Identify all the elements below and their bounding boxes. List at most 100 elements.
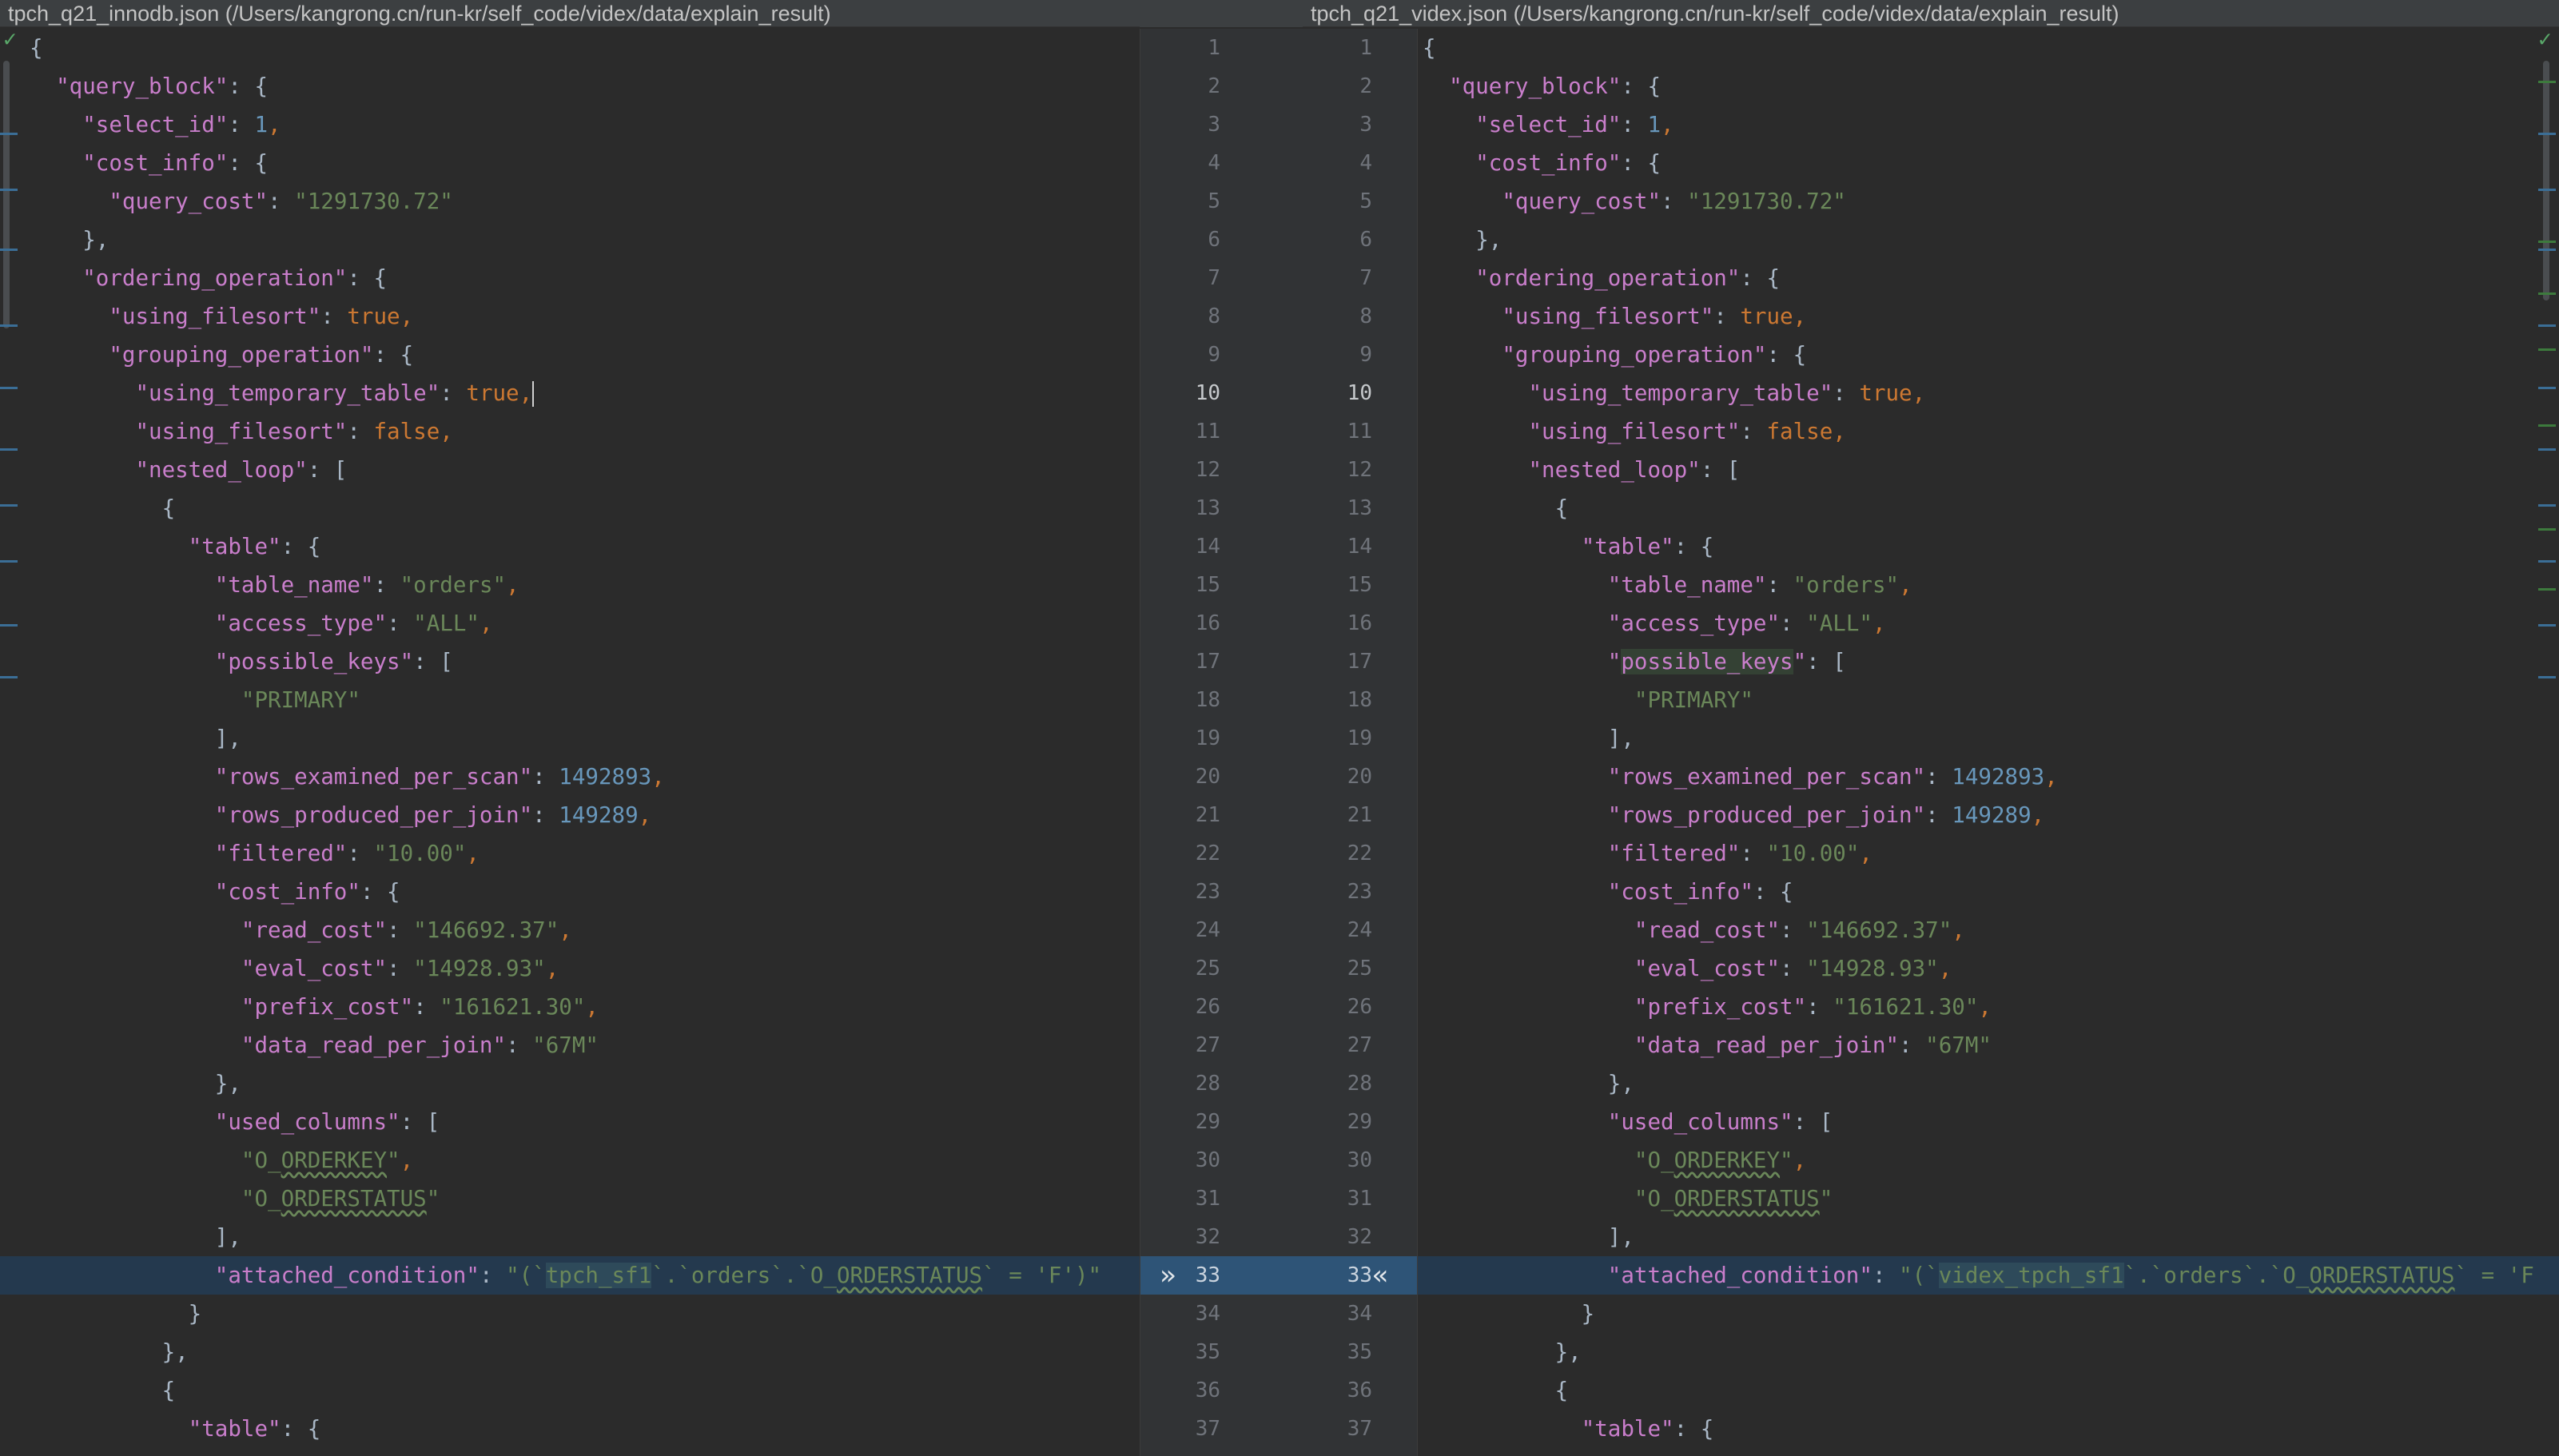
code-line[interactable]: "rows_examined_per_scan": 1492893, xyxy=(1418,758,2559,796)
code-line[interactable]: "nested_loop": [ xyxy=(1418,451,2559,489)
code-line[interactable]: "attached_condition": "(`tpch_sf1`.`orde… xyxy=(0,1256,1140,1295)
code-line[interactable]: "filtered": "10.00", xyxy=(0,834,1140,873)
code-token: : xyxy=(387,917,414,943)
apply-change-right-icon[interactable]: » xyxy=(1160,1256,1176,1295)
code-line[interactable]: "query_cost": "1291730.72" xyxy=(1418,182,2559,221)
code-line[interactable]: "query_block": { xyxy=(1418,67,2559,105)
right-line-number: 6 xyxy=(1359,228,1372,252)
code-line[interactable]: { xyxy=(0,489,1140,527)
code-line[interactable]: "possible_keys": [ xyxy=(0,642,1140,681)
code-line[interactable]: "grouping_operation": { xyxy=(0,336,1140,374)
code-line[interactable]: "read_cost": "146692.37", xyxy=(0,911,1140,949)
code-line[interactable]: "cost_info": { xyxy=(0,144,1140,182)
code-line[interactable]: }, xyxy=(1418,221,2559,259)
code-line[interactable]: { xyxy=(0,1371,1140,1410)
code-line[interactable]: "PRIMARY" xyxy=(1418,681,2559,719)
code-line[interactable]: "rows_examined_per_scan": 1492893, xyxy=(0,758,1140,796)
right-line-number: 31 xyxy=(1347,1187,1372,1211)
code-token: ` = 'F xyxy=(2454,1263,2534,1288)
code-token: "PRIMARY" xyxy=(241,687,360,713)
code-line[interactable]: "used_columns": [ xyxy=(0,1103,1140,1141)
apply-change-left-icon[interactable]: « xyxy=(1372,1256,1388,1295)
code-line[interactable]: "eval_cost": "14928.93", xyxy=(0,949,1140,988)
code-line[interactable]: }, xyxy=(0,1333,1140,1371)
code-line[interactable]: "table_name": "orders", xyxy=(1418,566,2559,604)
code-line[interactable]: ], xyxy=(0,719,1140,758)
code-line[interactable]: "table": { xyxy=(1418,1410,2559,1448)
code-line[interactable]: } xyxy=(0,1295,1140,1333)
code-line[interactable]: "filtered": "10.00", xyxy=(1418,834,2559,873)
code-line[interactable]: "select_id": 1, xyxy=(0,105,1140,144)
code-line[interactable]: "ordering_operation": { xyxy=(1418,259,2559,297)
code-line[interactable]: "O_ORDERKEY", xyxy=(1418,1141,2559,1180)
code-line[interactable]: "attached_condition": "(`videx_tpch_sf1`… xyxy=(1418,1256,2559,1295)
code-line[interactable]: "cost_info": { xyxy=(0,873,1140,911)
code-line[interactable]: "using_temporary_table": true, xyxy=(1418,374,2559,412)
code-token: " xyxy=(387,1148,400,1173)
code-line[interactable]: ], xyxy=(0,1218,1140,1256)
code-line[interactable]: "read_cost": "146692.37", xyxy=(1418,911,2559,949)
code-token: , xyxy=(466,841,480,866)
code-line[interactable]: "O_ORDERSTATUS" xyxy=(1418,1180,2559,1218)
code-line[interactable]: "prefix_cost": "161621.30", xyxy=(1418,988,2559,1026)
code-line[interactable]: "using_filesort": true, xyxy=(1418,297,2559,336)
code-line[interactable]: "nested_loop": [ xyxy=(0,451,1140,489)
code-line[interactable]: "used_columns": [ xyxy=(1418,1103,2559,1141)
code-line[interactable]: "O_ORDERSTATUS" xyxy=(0,1180,1140,1218)
code-line[interactable]: ], xyxy=(1418,1218,2559,1256)
code-line[interactable]: "table": { xyxy=(0,1410,1140,1448)
code-line[interactable]: { xyxy=(0,29,1140,67)
code-line[interactable]: "using_filesort": false, xyxy=(0,412,1140,451)
code-line[interactable]: ], xyxy=(1418,719,2559,758)
code-line[interactable]: { xyxy=(1418,29,2559,67)
code-line[interactable]: "query_block": { xyxy=(0,67,1140,105)
code-line[interactable]: }, xyxy=(1418,1333,2559,1371)
right-editor-pane[interactable]: { "query_block": { "select_id": 1, "cost… xyxy=(1418,29,2559,1456)
code-line[interactable]: "query_cost": "1291730.72" xyxy=(0,182,1140,221)
code-line[interactable]: "O_ORDERKEY", xyxy=(0,1141,1140,1180)
code-line[interactable]: "data_read_per_join": "67M" xyxy=(0,1026,1140,1064)
code-line[interactable]: }, xyxy=(0,1064,1140,1103)
code-line[interactable]: "access_type": "ALL", xyxy=(1418,604,2559,642)
code-line[interactable]: }, xyxy=(0,221,1140,259)
code-line[interactable]: } xyxy=(1418,1295,2559,1333)
code-line[interactable]: "using_filesort": true, xyxy=(0,297,1140,336)
code-line[interactable]: "rows_produced_per_join": 149289, xyxy=(0,796,1140,834)
code-line[interactable]: "cost_info": { xyxy=(1418,144,2559,182)
code-line[interactable]: "possible_keys": [ xyxy=(1418,642,2559,681)
code-line[interactable]: "data_read_per_join": "67M" xyxy=(1418,1026,2559,1064)
code-line[interactable]: "table": { xyxy=(0,527,1140,566)
code-line[interactable]: "grouping_operation": { xyxy=(1418,336,2559,374)
code-line[interactable]: "access_type": "ALL", xyxy=(0,604,1140,642)
code-line[interactable]: "prefix_cost": "161621.30", xyxy=(0,988,1140,1026)
code-token: , xyxy=(1793,1148,1807,1173)
code-line[interactable]: { xyxy=(1418,489,2559,527)
code-line[interactable]: "table": { xyxy=(1418,527,2559,566)
code-line[interactable]: "cost_info": { xyxy=(1418,873,2559,911)
gutter-line: 11 xyxy=(1140,29,1417,67)
change-marker xyxy=(2538,133,2556,135)
code-token: : xyxy=(1899,1032,1926,1058)
code-line[interactable]: "eval_cost": "14928.93", xyxy=(1418,949,2559,988)
code-line[interactable]: "rows_produced_per_join": 149289, xyxy=(1418,796,2559,834)
right-line-number: 21 xyxy=(1347,803,1372,827)
code-line[interactable]: "ordering_operation": { xyxy=(0,259,1140,297)
code-token: : { xyxy=(1673,1416,1714,1442)
code-line[interactable]: "select_id": 1, xyxy=(1418,105,2559,144)
code-line[interactable]: "PRIMARY" xyxy=(0,681,1140,719)
code-token: , xyxy=(1978,994,1992,1020)
right-scrollbar[interactable] xyxy=(2543,61,2549,300)
code-line[interactable]: "table_name": "orders", xyxy=(0,566,1140,604)
code-line[interactable]: "using_filesort": false, xyxy=(1418,412,2559,451)
gutter-line: 21 21 xyxy=(1140,796,1417,834)
left-editor-pane[interactable]: { "query_block": { "select_id": 1, "cost… xyxy=(0,29,1140,1456)
code-line[interactable]: { xyxy=(1418,1371,2559,1410)
code-line[interactable]: "using_temporary_table": true, xyxy=(0,374,1140,412)
code-line[interactable]: }, xyxy=(1418,1064,2559,1103)
